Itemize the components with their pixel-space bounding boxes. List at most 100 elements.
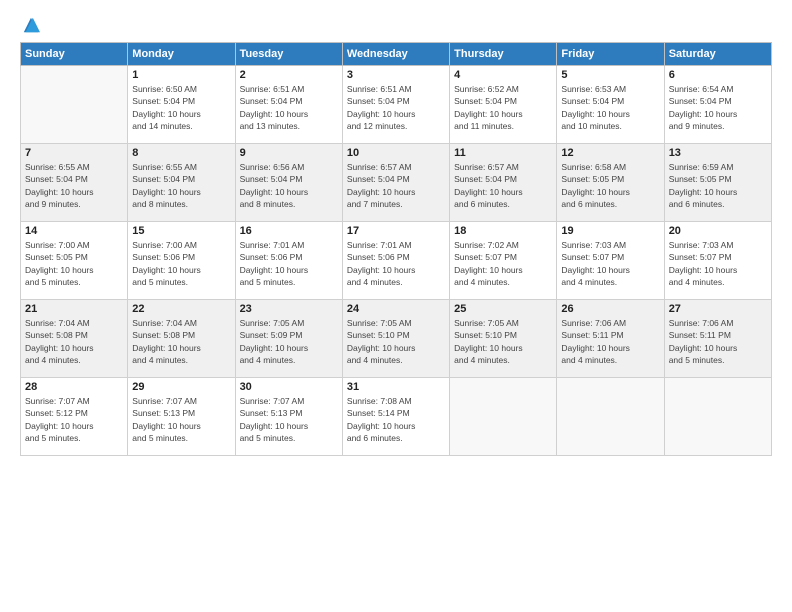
calendar-week-row: 1 Sunrise: 6:50 AM Sunset: 5:04 PM Daylig… xyxy=(21,66,772,144)
day-info: Sunrise: 6:54 AM Sunset: 5:04 PM Dayligh… xyxy=(669,83,767,132)
day-info: Sunrise: 7:03 AM Sunset: 5:07 PM Dayligh… xyxy=(669,239,767,288)
day-info: Sunrise: 7:04 AM Sunset: 5:08 PM Dayligh… xyxy=(132,317,230,366)
day-info: Sunrise: 7:06 AM Sunset: 5:11 PM Dayligh… xyxy=(669,317,767,366)
day-info: Sunrise: 7:05 AM Sunset: 5:10 PM Dayligh… xyxy=(347,317,445,366)
calendar-table: SundayMondayTuesdayWednesdayThursdayFrid… xyxy=(20,42,772,456)
calendar-week-row: 28 Sunrise: 7:07 AM Sunset: 5:12 PM Dayli… xyxy=(21,378,772,456)
day-info: Sunrise: 6:56 AM Sunset: 5:04 PM Dayligh… xyxy=(240,161,338,210)
calendar-cell: 20Sunrise: 7:03 AM Sunset: 5:07 PM Dayli… xyxy=(664,222,771,300)
header xyxy=(20,16,772,34)
day-info: Sunrise: 7:07 AM Sunset: 5:13 PM Dayligh… xyxy=(240,395,338,444)
day-number: 23 xyxy=(240,303,338,315)
day-number: 24 xyxy=(347,303,445,315)
day-number: 10 xyxy=(347,147,445,159)
day-number: 17 xyxy=(347,225,445,237)
day-number: 16 xyxy=(240,225,338,237)
calendar-header-friday: Friday xyxy=(557,43,664,66)
day-info: Sunrise: 7:05 AM Sunset: 5:10 PM Dayligh… xyxy=(454,317,552,366)
calendar-week-row: 14 Sunrise: 7:00 AM Sunset: 5:05 PM Dayli… xyxy=(21,222,772,300)
calendar-cell: 26Sunrise: 7:06 AM Sunset: 5:11 PM Dayli… xyxy=(557,300,664,378)
day-number: 15 xyxy=(132,225,230,237)
day-number: 29 xyxy=(132,381,230,393)
day-info: Sunrise: 7:00 AM Sunset: 5:05 PM Dayligh… xyxy=(25,239,123,288)
day-info: Sunrise: 6:53 AM Sunset: 5:04 PM Dayligh… xyxy=(561,83,659,132)
calendar-cell: 7Sunrise: 6:55 AM Sunset: 5:04 PM Daylig… xyxy=(21,144,128,222)
calendar-cell: 25 Sunrise: 7:05 AM Sunset: 5:10 PM Dayli… xyxy=(450,300,557,378)
calendar-header-saturday: Saturday xyxy=(664,43,771,66)
calendar-header-wednesday: Wednesday xyxy=(342,43,449,66)
calendar-header-thursday: Thursday xyxy=(450,43,557,66)
day-number: 1 xyxy=(132,69,230,81)
calendar-cell: 15 Sunrise: 7:00 AM Sunset: 5:06 PM Dayli… xyxy=(128,222,235,300)
day-number: 4 xyxy=(454,69,552,81)
day-number: 13 xyxy=(669,147,767,159)
day-info: Sunrise: 6:58 AM Sunset: 5:05 PM Dayligh… xyxy=(561,161,659,210)
day-number: 30 xyxy=(240,381,338,393)
calendar-cell xyxy=(450,378,557,456)
calendar-cell: 14 Sunrise: 7:00 AM Sunset: 5:05 PM Dayli… xyxy=(21,222,128,300)
calendar-cell: 13 Sunrise: 6:59 AM Sunset: 5:05 PM Dayli… xyxy=(664,144,771,222)
calendar-cell: 24 Sunrise: 7:05 AM Sunset: 5:10 PM Dayli… xyxy=(342,300,449,378)
calendar-cell: 17 Sunrise: 7:01 AM Sunset: 5:06 PM Dayli… xyxy=(342,222,449,300)
calendar-cell: 6Sunrise: 6:54 AM Sunset: 5:04 PM Daylig… xyxy=(664,66,771,144)
calendar-cell: 16Sunrise: 7:01 AM Sunset: 5:06 PM Dayli… xyxy=(235,222,342,300)
day-number: 9 xyxy=(240,147,338,159)
day-number: 27 xyxy=(669,303,767,315)
day-info: Sunrise: 7:06 AM Sunset: 5:11 PM Dayligh… xyxy=(561,317,659,366)
day-info: Sunrise: 6:59 AM Sunset: 5:05 PM Dayligh… xyxy=(669,161,767,210)
day-info: Sunrise: 6:51 AM Sunset: 5:04 PM Dayligh… xyxy=(347,83,445,132)
day-info: Sunrise: 7:01 AM Sunset: 5:06 PM Dayligh… xyxy=(347,239,445,288)
day-info: Sunrise: 6:57 AM Sunset: 5:04 PM Dayligh… xyxy=(454,161,552,210)
day-number: 14 xyxy=(25,225,123,237)
calendar-cell: 31 Sunrise: 7:08 AM Sunset: 5:14 PM Dayli… xyxy=(342,378,449,456)
logo xyxy=(20,16,40,34)
calendar-cell: 1 Sunrise: 6:50 AM Sunset: 5:04 PM Daylig… xyxy=(128,66,235,144)
calendar-week-row: 21 Sunrise: 7:04 AM Sunset: 5:08 PM Dayli… xyxy=(21,300,772,378)
day-info: Sunrise: 7:02 AM Sunset: 5:07 PM Dayligh… xyxy=(454,239,552,288)
calendar-cell: 21Sunrise: 7:04 AM Sunset: 5:08 PM Dayli… xyxy=(21,300,128,378)
day-info: Sunrise: 7:08 AM Sunset: 5:14 PM Dayligh… xyxy=(347,395,445,444)
day-info: Sunrise: 6:50 AM Sunset: 5:04 PM Dayligh… xyxy=(132,83,230,132)
calendar-cell: 23 Sunrise: 7:05 AM Sunset: 5:09 PM Dayli… xyxy=(235,300,342,378)
calendar-cell: 11 Sunrise: 6:57 AM Sunset: 5:04 PM Dayli… xyxy=(450,144,557,222)
day-number: 5 xyxy=(561,69,659,81)
day-info: Sunrise: 7:05 AM Sunset: 5:09 PM Dayligh… xyxy=(240,317,338,366)
calendar-cell: 27 Sunrise: 7:06 AM Sunset: 5:11 PM Dayli… xyxy=(664,300,771,378)
day-info: Sunrise: 7:07 AM Sunset: 5:12 PM Dayligh… xyxy=(25,395,123,444)
day-info: Sunrise: 6:51 AM Sunset: 5:04 PM Dayligh… xyxy=(240,83,338,132)
day-info: Sunrise: 7:03 AM Sunset: 5:07 PM Dayligh… xyxy=(561,239,659,288)
calendar-cell xyxy=(21,66,128,144)
calendar-cell: 4 Sunrise: 6:52 AM Sunset: 5:04 PM Daylig… xyxy=(450,66,557,144)
calendar-cell: 10 Sunrise: 6:57 AM Sunset: 5:04 PM Dayli… xyxy=(342,144,449,222)
calendar-week-row: 7Sunrise: 6:55 AM Sunset: 5:04 PM Daylig… xyxy=(21,144,772,222)
calendar-cell: 28 Sunrise: 7:07 AM Sunset: 5:12 PM Dayli… xyxy=(21,378,128,456)
day-number: 31 xyxy=(347,381,445,393)
calendar-cell: 9 Sunrise: 6:56 AM Sunset: 5:04 PM Daylig… xyxy=(235,144,342,222)
day-number: 3 xyxy=(347,69,445,81)
day-number: 19 xyxy=(561,225,659,237)
day-number: 28 xyxy=(25,381,123,393)
day-number: 7 xyxy=(25,147,123,159)
calendar-cell: 5 Sunrise: 6:53 AM Sunset: 5:04 PM Daylig… xyxy=(557,66,664,144)
calendar-cell: 3 Sunrise: 6:51 AM Sunset: 5:04 PM Daylig… xyxy=(342,66,449,144)
calendar-cell: 18 Sunrise: 7:02 AM Sunset: 5:07 PM Dayli… xyxy=(450,222,557,300)
day-number: 22 xyxy=(132,303,230,315)
day-number: 18 xyxy=(454,225,552,237)
day-info: Sunrise: 6:57 AM Sunset: 5:04 PM Dayligh… xyxy=(347,161,445,210)
calendar-header-row: SundayMondayTuesdayWednesdayThursdayFrid… xyxy=(21,43,772,66)
day-number: 11 xyxy=(454,147,552,159)
day-info: Sunrise: 7:00 AM Sunset: 5:06 PM Dayligh… xyxy=(132,239,230,288)
day-number: 12 xyxy=(561,147,659,159)
calendar-cell: 12 Sunrise: 6:58 AM Sunset: 5:05 PM Dayli… xyxy=(557,144,664,222)
calendar-cell xyxy=(664,378,771,456)
day-number: 25 xyxy=(454,303,552,315)
day-info: Sunrise: 6:52 AM Sunset: 5:04 PM Dayligh… xyxy=(454,83,552,132)
calendar-cell: 30 Sunrise: 7:07 AM Sunset: 5:13 PM Dayli… xyxy=(235,378,342,456)
calendar-cell: 29Sunrise: 7:07 AM Sunset: 5:13 PM Dayli… xyxy=(128,378,235,456)
calendar-cell: 8Sunrise: 6:55 AM Sunset: 5:04 PM Daylig… xyxy=(128,144,235,222)
calendar-cell: 2Sunrise: 6:51 AM Sunset: 5:04 PM Daylig… xyxy=(235,66,342,144)
calendar-header-monday: Monday xyxy=(128,43,235,66)
calendar-header-tuesday: Tuesday xyxy=(235,43,342,66)
page: SundayMondayTuesdayWednesdayThursdayFrid… xyxy=(0,0,792,612)
day-number: 21 xyxy=(25,303,123,315)
